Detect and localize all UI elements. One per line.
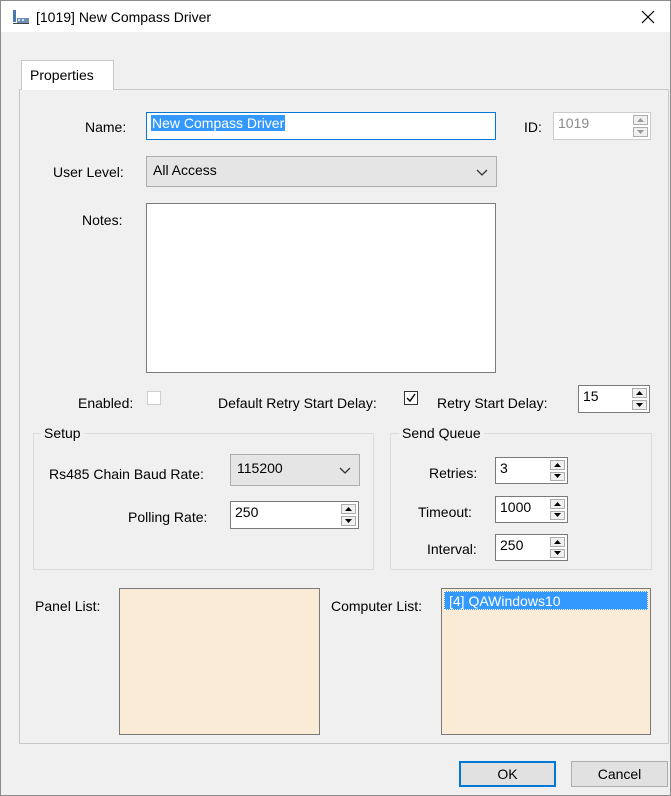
retry-spin-buttons[interactable]: [631, 387, 648, 411]
dialog-window: [1019] New Compass Driver Properties Nam…: [0, 0, 671, 796]
spin-down-icon[interactable]: [550, 510, 565, 520]
chevron-down-icon: [339, 462, 351, 478]
user-level-dropdown[interactable]: All Access: [146, 156, 497, 187]
name-label: Name:: [85, 119, 127, 135]
spin-up-icon[interactable]: [341, 504, 356, 514]
close-icon[interactable]: [626, 1, 670, 32]
spin-down-icon[interactable]: [341, 516, 356, 526]
name-field-value: New Compass Driver: [151, 115, 286, 131]
polling-rate-value: 250: [235, 504, 259, 520]
ok-button[interactable]: OK: [459, 761, 556, 787]
retry-start-delay-label: Retry Start Delay:: [437, 395, 548, 411]
interval-label: Interval:: [427, 541, 477, 557]
polling-rate-label: Polling Rate:: [128, 509, 208, 525]
user-level-label: User Level:: [53, 164, 124, 180]
spin-down-icon[interactable]: [550, 471, 565, 481]
polling-spin-buttons[interactable]: [340, 503, 357, 527]
setup-group-title: Setup: [41, 425, 84, 441]
default-retry-label: Default Retry Start Delay:: [218, 395, 377, 411]
id-label: ID:: [524, 119, 542, 135]
panel-list-label: Panel List:: [35, 598, 101, 614]
checkmark-icon: [406, 393, 416, 403]
spin-down-icon[interactable]: [550, 548, 565, 558]
id-spinner: 1019: [553, 112, 651, 140]
retries-spinner[interactable]: 3: [495, 457, 568, 484]
user-level-value: All Access: [153, 162, 217, 178]
chevron-down-icon: [476, 164, 488, 180]
polling-rate-spinner[interactable]: 250: [230, 501, 359, 529]
retries-spin-buttons[interactable]: [549, 459, 566, 482]
spin-up-icon[interactable]: [632, 388, 647, 398]
default-retry-checkbox[interactable]: [404, 391, 418, 405]
computer-listbox[interactable]: [4] QAWindows10: [441, 588, 651, 735]
retry-start-delay-value: 15: [583, 388, 599, 404]
send-queue-group-title: Send Queue: [399, 425, 484, 441]
notes-textarea[interactable]: [146, 203, 496, 373]
interval-spin-buttons[interactable]: [549, 536, 566, 559]
retry-start-delay-spinner[interactable]: 15: [578, 385, 650, 413]
enabled-checkbox: [147, 391, 161, 405]
title-bar[interactable]: [1019] New Compass Driver: [1, 1, 670, 32]
name-field[interactable]: New Compass Driver: [146, 112, 496, 140]
baud-rate-value: 115200: [237, 460, 283, 476]
notes-label: Notes:: [82, 212, 123, 228]
id-spin-buttons: [632, 114, 649, 138]
computer-list-label: Computer List:: [331, 598, 423, 614]
baud-rate-dropdown[interactable]: 115200: [230, 454, 360, 486]
enabled-label: Enabled:: [78, 395, 134, 411]
id-spin-down-icon: [633, 127, 648, 137]
list-item[interactable]: [4] QAWindows10: [444, 591, 648, 610]
driver-app-icon: [12, 9, 30, 25]
id-spin-up-icon: [633, 115, 648, 125]
retries-value: 3: [500, 460, 508, 476]
timeout-value: 1000: [500, 499, 532, 515]
spin-up-icon[interactable]: [550, 460, 565, 470]
timeout-spinner[interactable]: 1000: [495, 496, 568, 523]
timeout-label: Timeout:: [418, 504, 472, 520]
retries-label: Retries:: [429, 465, 478, 481]
interval-value: 250: [500, 537, 524, 553]
id-value: 1019: [558, 115, 590, 131]
spin-down-icon[interactable]: [632, 400, 647, 410]
tab-properties[interactable]: Properties: [21, 60, 114, 90]
panel-listbox[interactable]: [119, 588, 320, 735]
spin-up-icon[interactable]: [550, 537, 565, 547]
spin-up-icon[interactable]: [550, 499, 565, 509]
interval-spinner[interactable]: 250: [495, 534, 568, 561]
baud-rate-label: Rs485 Chain Baud Rate:: [49, 466, 204, 482]
timeout-spin-buttons[interactable]: [549, 498, 566, 521]
cancel-button[interactable]: Cancel: [571, 761, 668, 787]
window-title: [1019] New Compass Driver: [36, 9, 212, 25]
